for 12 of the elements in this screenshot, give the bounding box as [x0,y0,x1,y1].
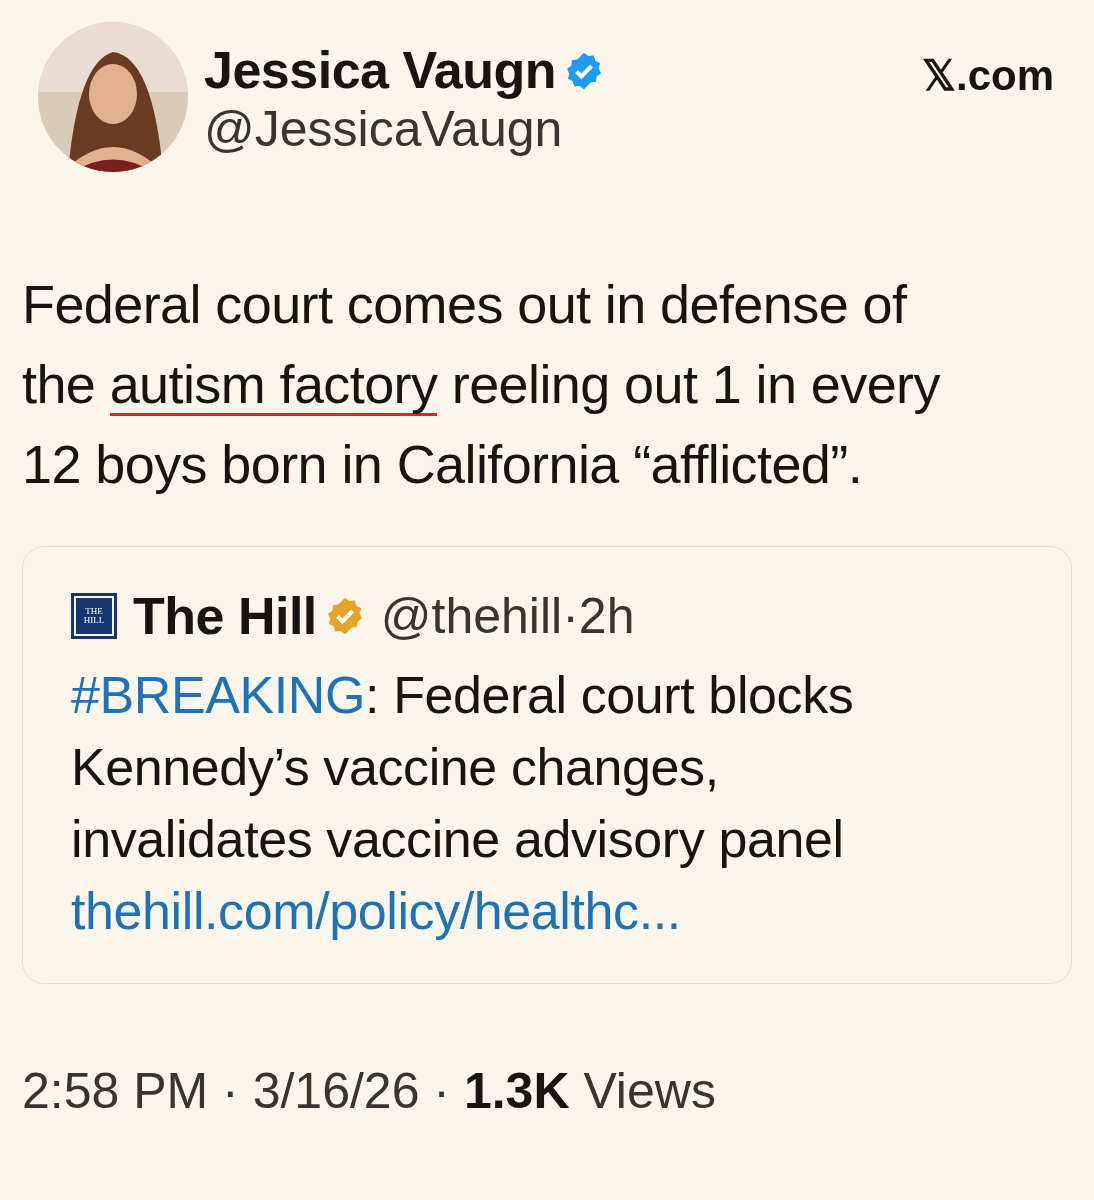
tweet-text: Federal court comes out in defense of the autism factory reeling out 1 in every 12 boys born in California “afflicted”. [22,273,942,496]
hashtag-link[interactable]: #BREAKING [71,666,366,724]
tweet-timestamp-views: 2:58 PM · 3/16/26 · 1.3K Views [21,1062,717,1121]
author-handle[interactable]: @JessicaVaugn [204,99,906,160]
quoted-tweet-card[interactable]: THE HILL The Hill @thehill·2h #BREAKING: Federal court blocks Kennedy’s vaccine changes, invalidates vaccine advisory panel thehill.com/policy/healthc... [22,546,1072,984]
quoted-author-name: The Hill [133,586,317,647]
article-link[interactable]: thehill.com/policy/healthc... [71,882,681,940]
site-label: 𝕏.com [921,51,1054,101]
quoted-tweet-text: #BREAKING: Federal court blocks Kennedy’s vaccine changes, invalidates vaccine advisory panel thehill.com/policy/healthc... [71,665,855,942]
author-name[interactable]: Jessica Vaugn [204,42,556,100]
quoted-handle-time: @thehill·2h [380,586,635,646]
logo: THE HILL [71,593,117,639]
